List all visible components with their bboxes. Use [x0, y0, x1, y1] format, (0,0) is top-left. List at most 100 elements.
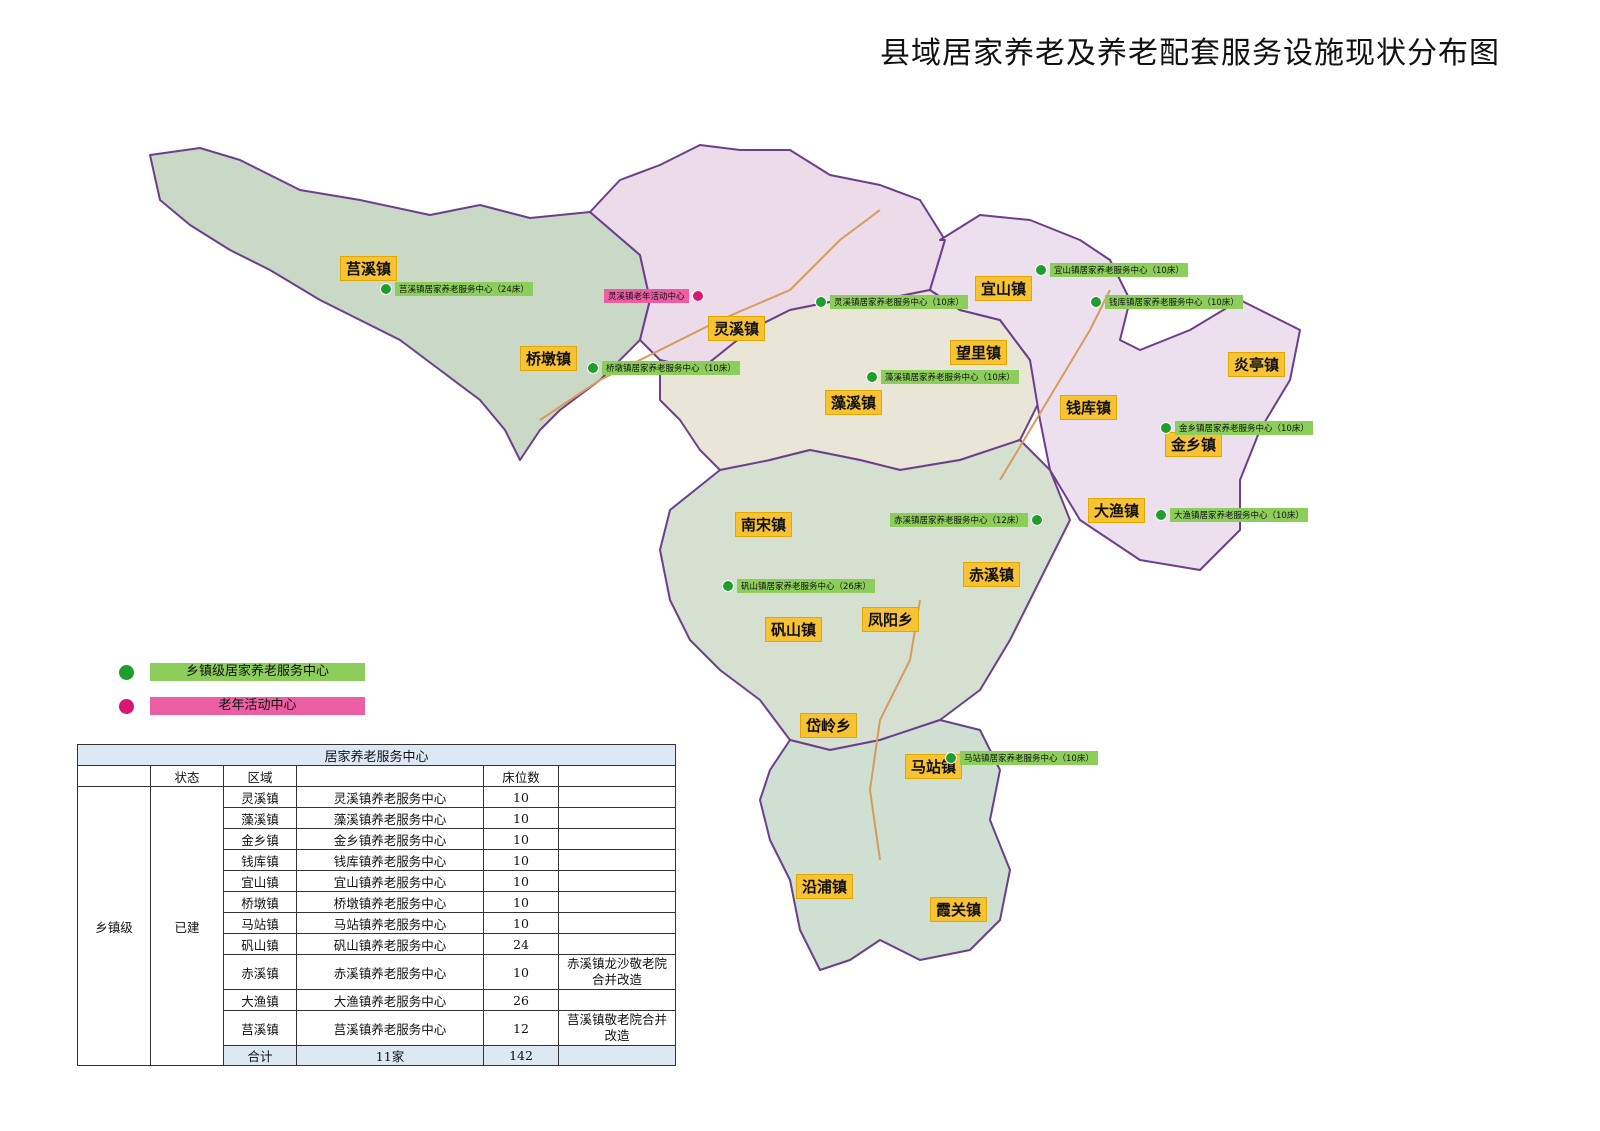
table-row: 乡镇级 已建 灵溪镇 灵溪镇养老服务中心 10 — [77, 786, 676, 1066]
legend-label: 乡镇级居家养老服务中心 — [150, 663, 365, 681]
note-cell — [558, 786, 676, 808]
name-cell: 大渔镇养老服务中心 — [296, 989, 484, 1011]
facility-marker[interactable]: 莒溪镇居家养老服务中心（24床） — [380, 282, 533, 296]
beds-cell: 10 — [483, 870, 559, 892]
green-dot-icon — [945, 752, 957, 764]
green-dot-icon — [1030, 514, 1043, 526]
facility-marker[interactable]: 钱库镇居家养老服务中心（10床） — [1090, 295, 1243, 309]
facility-label: 桥墩镇居家养老服务中心（10床） — [602, 361, 740, 375]
note-cell: 赤溪镇龙沙敬老院合并改造 — [558, 954, 676, 990]
note-cell — [558, 849, 676, 871]
facility-label: 金乡镇居家养老服务中心（10床） — [1175, 421, 1313, 435]
facility-marker[interactable]: 宜山镇居家养老服务中心（10床） — [1035, 263, 1188, 277]
facility-label: 灵溪镇老年活动中心 — [604, 289, 689, 303]
town-label: 钱库镇 — [1060, 395, 1118, 420]
table-body: 乡镇级 已建 灵溪镇 灵溪镇养老服务中心 10 藻溪镇 藻溪镇养老服务中心 10 金乡镇 金乡镇养… — [77, 786, 676, 1066]
name-cell: 莒溪镇养老服务中心 — [296, 1010, 484, 1046]
facility-marker[interactable]: 金乡镇居家养老服务中心（10床） — [1160, 421, 1313, 435]
area-cell: 大渔镇 — [223, 989, 297, 1011]
note-cell — [558, 807, 676, 829]
facility-label: 赤溪镇居家养老服务中心（12床） — [890, 513, 1028, 527]
town-label: 赤溪镇 — [963, 562, 1021, 587]
green-dot-icon — [1090, 296, 1102, 308]
beds-cell: 12 — [483, 1010, 559, 1046]
town-label: 宜山镇 — [975, 276, 1033, 301]
green-dot-icon — [1035, 264, 1047, 276]
town-label: 大渔镇 — [1088, 498, 1146, 523]
column-header — [77, 765, 151, 787]
name-cell: 桥墩镇养老服务中心 — [296, 891, 484, 913]
column-header — [296, 765, 484, 787]
total-label-cell: 合计 — [223, 1045, 297, 1066]
facility-marker[interactable]: 矾山镇居家养老服务中心（26床） — [722, 579, 875, 593]
facility-label: 大渔镇居家养老服务中心（10床） — [1170, 508, 1308, 522]
beds-cell: 26 — [483, 989, 559, 1011]
facility-marker[interactable]: 赤溪镇居家养老服务中心（12床） — [890, 513, 1043, 527]
name-cell: 宜山镇养老服务中心 — [296, 870, 484, 892]
beds-cell: 10 — [483, 912, 559, 934]
total-note-cell — [558, 1045, 676, 1066]
area-cell: 桥墩镇 — [223, 891, 297, 913]
facility-marker[interactable]: 桥墩镇居家养老服务中心（10床） — [587, 361, 740, 375]
area-cell: 钱库镇 — [223, 849, 297, 871]
facility-label: 马站镇居家养老服务中心（10床） — [960, 751, 1098, 765]
pink-dot-icon — [119, 698, 134, 714]
beds-cell: 10 — [483, 807, 559, 829]
pink-dot-icon — [691, 290, 704, 302]
facility-marker[interactable]: 灵溪镇老年活动中心 — [604, 289, 704, 303]
town-label: 南宋镇 — [735, 512, 793, 537]
area-cell: 藻溪镇 — [223, 807, 297, 829]
area-cell: 金乡镇 — [223, 828, 297, 850]
town-label: 霞关镇 — [930, 897, 988, 922]
level-cell: 乡镇级 — [77, 786, 151, 1066]
beds-cell: 24 — [483, 933, 559, 955]
area-cell: 灵溪镇 — [223, 786, 297, 808]
column-header: 床位数 — [483, 765, 559, 787]
facility-marker[interactable]: 大渔镇居家养老服务中心（10床） — [1155, 508, 1308, 522]
region-west — [149, 147, 651, 461]
legend-row-green: 乡镇级居家养老服务中心 — [119, 663, 365, 681]
name-cell: 藻溪镇养老服务中心 — [296, 807, 484, 829]
green-dot-icon — [1160, 422, 1172, 434]
name-cell: 金乡镇养老服务中心 — [296, 828, 484, 850]
facility-marker[interactable]: 藻溪镇居家养老服务中心（10床） — [866, 370, 1019, 384]
name-cell: 矾山镇养老服务中心 — [296, 933, 484, 955]
facility-label: 宜山镇居家养老服务中心（10床） — [1050, 263, 1188, 277]
town-label: 望里镇 — [950, 340, 1008, 365]
name-cell: 马站镇养老服务中心 — [296, 912, 484, 934]
town-label: 凤阳乡 — [862, 607, 920, 632]
green-dot-icon — [866, 371, 878, 383]
legend-label: 老年活动中心 — [150, 697, 365, 715]
note-cell — [558, 912, 676, 934]
green-dot-icon — [587, 362, 599, 374]
beds-cell: 10 — [483, 849, 559, 871]
area-cell: 宜山镇 — [223, 870, 297, 892]
facility-label: 钱库镇居家养老服务中心（10床） — [1105, 295, 1243, 309]
facility-marker[interactable]: 马站镇居家养老服务中心（10床） — [945, 751, 1098, 765]
region-south-central — [659, 439, 1071, 751]
town-label: 藻溪镇 — [825, 390, 883, 415]
note-cell — [558, 891, 676, 913]
town-label: 沿浦镇 — [796, 874, 854, 899]
green-dot-icon — [722, 580, 734, 592]
table-title: 居家养老服务中心 — [77, 744, 676, 766]
town-label: 炎亭镇 — [1228, 352, 1286, 377]
facility-label: 藻溪镇居家养老服务中心（10床） — [881, 370, 1019, 384]
column-header — [558, 765, 676, 787]
name-cell: 钱库镇养老服务中心 — [296, 849, 484, 871]
beds-cell: 10 — [483, 828, 559, 850]
note-cell — [558, 870, 676, 892]
facility-marker[interactable]: 灵溪镇居家养老服务中心（10床） — [815, 295, 968, 309]
town-label: 桥墩镇 — [520, 346, 578, 371]
beds-cell: 10 — [483, 891, 559, 913]
note-cell — [558, 933, 676, 955]
column-header: 状态 — [150, 765, 224, 787]
name-cell: 灵溪镇养老服务中心 — [296, 786, 484, 808]
total-beds-cell: 142 — [483, 1045, 559, 1066]
status-cell: 已建 — [150, 786, 224, 1066]
column-header: 区域 — [223, 765, 297, 787]
town-label: 灵溪镇 — [708, 316, 766, 341]
town-label: 金乡镇 — [1165, 432, 1223, 457]
green-dot-icon — [119, 664, 134, 680]
area-cell: 赤溪镇 — [223, 954, 297, 990]
